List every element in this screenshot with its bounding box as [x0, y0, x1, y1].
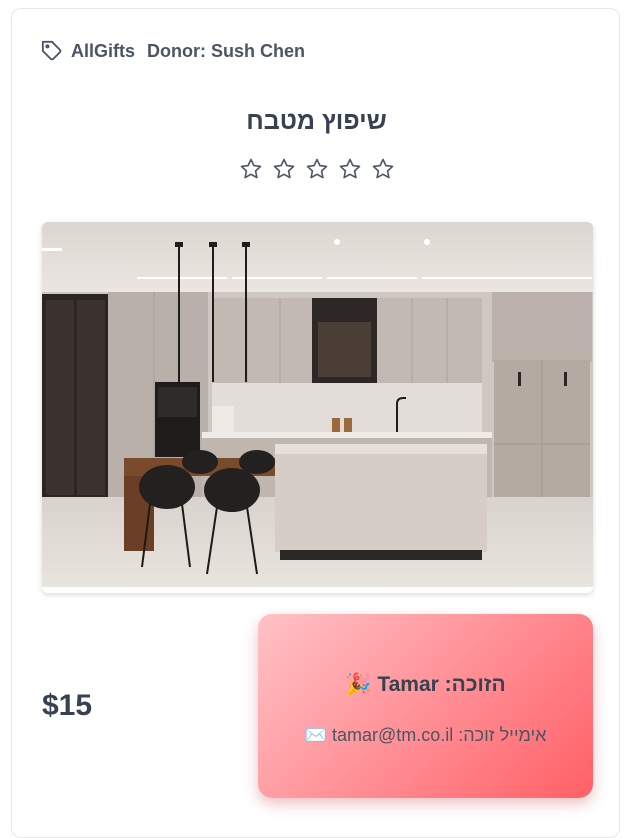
gift-title: שיפוץ מטבח: [246, 107, 387, 135]
gift-card: AllGifts Donor: Sush Chen שיפוץ מטבח $15…: [11, 8, 620, 838]
star-rating[interactable]: [12, 157, 621, 181]
donor-label: Donor: Sush Chen: [147, 40, 306, 61]
star-icon[interactable]: [272, 157, 296, 181]
winner-name-line: הזוכה: Tamar 🎉: [258, 672, 593, 697]
winner-email[interactable]: tamar@tm.co.il: [332, 725, 453, 745]
gift-image: [42, 222, 593, 593]
gift-price: $15: [42, 689, 93, 722]
envelope-icon: ✉️: [304, 725, 327, 746]
card-header: AllGifts Donor: Sush Chen: [41, 39, 305, 63]
brand-label: AllGifts: [71, 40, 136, 61]
winner-email-line: אימייל זוכה: tamar@tm.co.il ✉️: [258, 725, 593, 746]
star-icon[interactable]: [305, 157, 329, 181]
winner-name: Tamar: [377, 673, 439, 696]
winner-label: הזוכה:: [444, 673, 506, 696]
party-icon: 🎉: [345, 672, 372, 696]
star-icon[interactable]: [338, 157, 362, 181]
star-icon[interactable]: [239, 157, 263, 181]
star-icon[interactable]: [371, 157, 395, 181]
winner-box: הזוכה: Tamar 🎉 אימייל זוכה: tamar@tm.co.…: [258, 614, 593, 798]
tag-icon: [41, 40, 63, 62]
winner-email-label: אימייל זוכה:: [458, 725, 547, 745]
